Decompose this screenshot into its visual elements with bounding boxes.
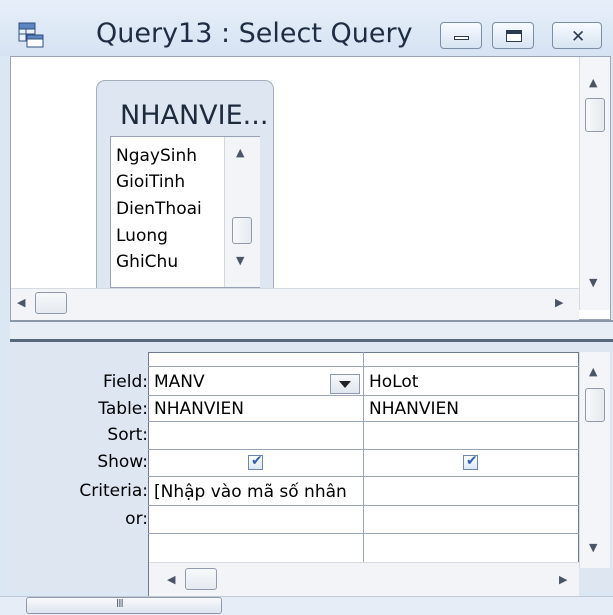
title-bar[interactable]: Query13 : Select Query ✕ bbox=[0, 0, 613, 56]
show-checkbox-2[interactable]: ✔ bbox=[463, 453, 478, 470]
field-list-scroll-thumb[interactable] bbox=[232, 217, 252, 244]
row-label-or: or: bbox=[125, 509, 148, 529]
field-dropdown-button[interactable] bbox=[330, 374, 360, 394]
minimize-button[interactable] bbox=[440, 22, 482, 49]
grid-column-divider bbox=[363, 352, 364, 562]
maximize-icon bbox=[506, 30, 522, 42]
grid-vertical-scrollbar[interactable]: ▲ ▼ bbox=[579, 352, 610, 568]
row-label-criteria: Criteria: bbox=[79, 481, 148, 501]
maximize-button[interactable] bbox=[492, 22, 534, 49]
grid-cell-table-2[interactable]: NHANVIEN bbox=[369, 399, 459, 419]
row-label-table: Table: bbox=[98, 399, 148, 419]
chevron-down-icon bbox=[339, 381, 351, 388]
field-list-item[interactable]: GioiTinh bbox=[116, 172, 185, 192]
scroll-down-arrow-icon[interactable]: ▼ bbox=[589, 542, 597, 553]
query-window: Query13 : Select Query ✕ NHANVIE... Ngay… bbox=[0, 0, 613, 615]
row-label-show: Show: bbox=[97, 452, 148, 472]
scroll-left-arrow-icon[interactable]: ◀ bbox=[167, 574, 175, 585]
close-button[interactable]: ✕ bbox=[552, 22, 602, 49]
checkmark-icon: ✔ bbox=[466, 453, 478, 469]
upper-vertical-scroll-thumb[interactable] bbox=[585, 98, 605, 132]
scroll-right-arrow-icon[interactable]: ▶ bbox=[559, 574, 567, 585]
upper-horizontal-scroll-thumb[interactable] bbox=[35, 292, 67, 314]
table-box-title[interactable]: NHANVIE... bbox=[120, 100, 268, 131]
upper-horizontal-scrollbar[interactable]: ◀ ▶ bbox=[11, 288, 579, 320]
grid-cell-criteria-1[interactable]: [Nhập vào mã số nhân bbox=[154, 482, 347, 502]
query-app-icon[interactable] bbox=[18, 22, 44, 48]
scroll-up-arrow-icon[interactable]: ▲ bbox=[589, 77, 597, 88]
grid-vertical-scroll-thumb[interactable] bbox=[585, 388, 605, 422]
field-list-item[interactable]: NgaySinh bbox=[116, 146, 197, 166]
checkmark-icon: ✔ bbox=[251, 453, 263, 469]
minimize-icon bbox=[454, 36, 469, 40]
close-icon: ✕ bbox=[571, 27, 586, 47]
grid-cell-field-2[interactable]: HoLot bbox=[369, 372, 418, 392]
field-list-item[interactable]: Luong bbox=[116, 226, 168, 246]
scroll-up-arrow-icon[interactable]: ▲ bbox=[589, 366, 597, 377]
grid-cell-field-1[interactable]: MANV bbox=[154, 372, 205, 392]
row-label-field: Field: bbox=[103, 372, 148, 392]
pane-splitter[interactable] bbox=[10, 320, 613, 342]
scroll-left-arrow-icon[interactable]: ◀ bbox=[17, 297, 25, 308]
grid-horizontal-scrollbar[interactable]: ◀ ▶ bbox=[149, 562, 579, 597]
scroll-right-arrow-icon[interactable]: ▶ bbox=[555, 297, 563, 308]
grid-cell-table-1[interactable]: NHANVIEN bbox=[154, 399, 244, 419]
row-label-sort: Sort: bbox=[107, 425, 148, 445]
field-list-scrollbar[interactable]: ▲ ▼ bbox=[224, 137, 260, 287]
scroll-down-arrow-icon[interactable]: ▼ bbox=[236, 255, 244, 266]
scroll-down-arrow-icon[interactable]: ▼ bbox=[589, 277, 597, 288]
bottom-scroll-thumb[interactable] bbox=[26, 597, 222, 614]
grid-horizontal-scroll-thumb[interactable] bbox=[185, 568, 217, 590]
field-list-item[interactable]: GhiChu bbox=[116, 252, 178, 272]
field-list-item[interactable]: DienThoai bbox=[116, 199, 202, 219]
window-title: Query13 : Select Query bbox=[96, 18, 413, 49]
show-checkbox-1[interactable]: ✔ bbox=[248, 453, 263, 470]
scroll-up-arrow-icon[interactable]: ▲ bbox=[236, 147, 244, 158]
grip-icon: III bbox=[116, 597, 124, 610]
upper-vertical-scrollbar[interactable]: ▲ ▼ bbox=[579, 57, 610, 310]
